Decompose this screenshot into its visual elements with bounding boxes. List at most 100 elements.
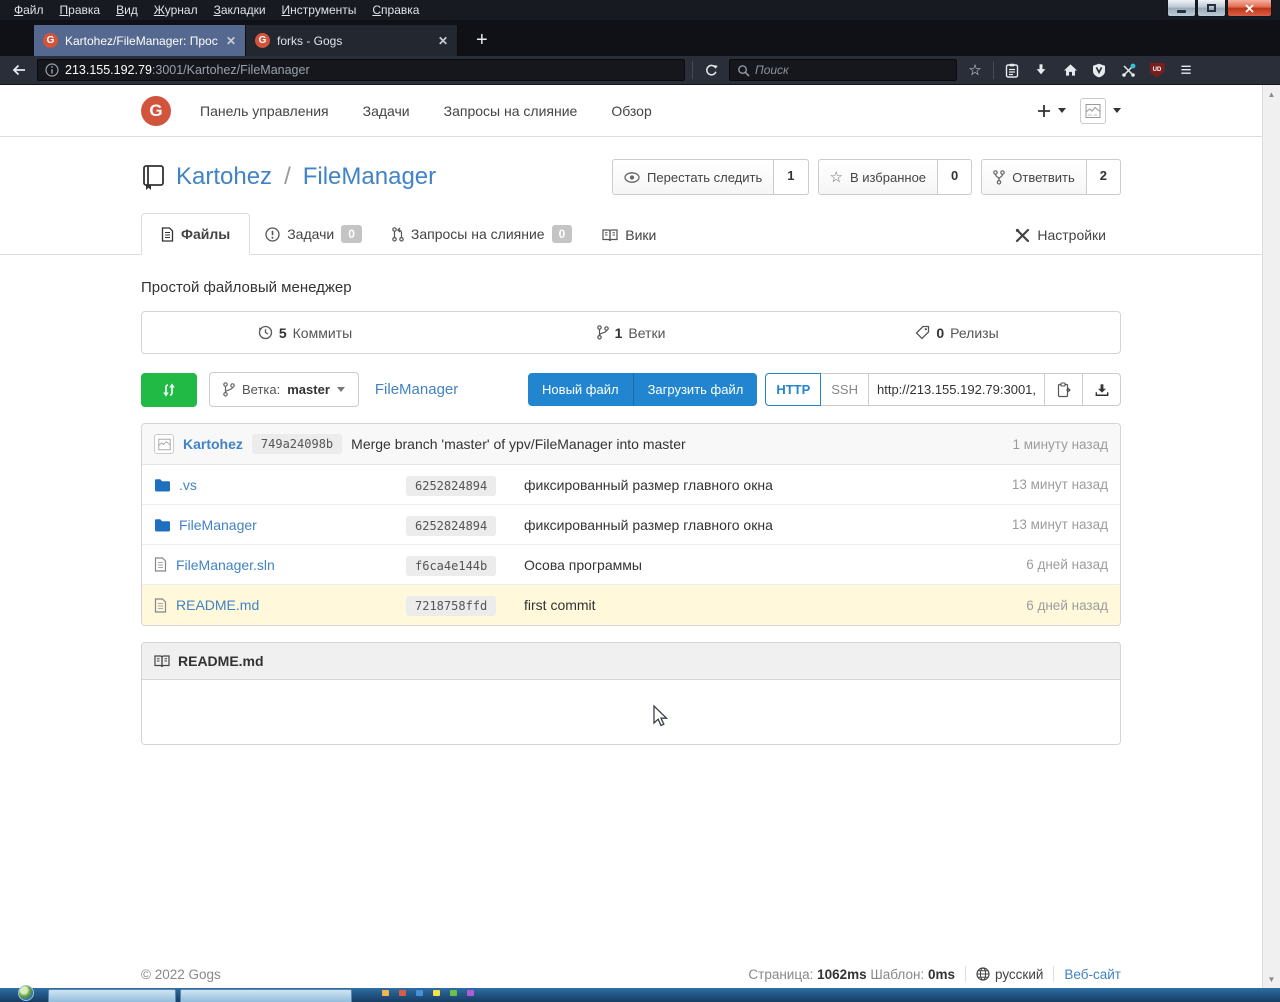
search-input[interactable] [755,63,949,77]
taskbar-app-button[interactable] [180,989,352,1002]
file-commit-hash[interactable]: f6ca4e144b [406,556,496,576]
file-link[interactable]: FileManager [179,517,257,533]
repo-path-link[interactable]: FileManager [375,381,458,398]
file-time: 6 дней назад [1026,598,1108,613]
browser-tab-forks[interactable]: G forks - Gogs ✕ [246,25,458,56]
repo-header: Kartohez / FileManager Перестать следить [0,137,1262,255]
nav-explore[interactable]: Обзор [594,93,668,129]
scroll-down-icon[interactable]: ▼ [1263,975,1280,984]
tab-files[interactable]: Файлы [141,213,250,255]
repo-title: Kartohez / FileManager [141,163,436,191]
bookmark-star-button[interactable]: ☆ [964,59,986,81]
watch-count[interactable]: 1 [774,159,808,195]
readme-panel: README.md [141,642,1121,745]
star-count[interactable]: 0 [938,159,972,195]
wrench-icon [1015,228,1030,243]
repo-toolbar: Ветка: master FileManager Новый файл Заг… [141,372,1121,407]
new-repo-dropdown[interactable] [1037,104,1066,118]
language-selector[interactable]: русский [976,967,1043,982]
maximize-button[interactable] [1197,0,1226,17]
file-commit-message[interactable]: first commit [524,597,596,613]
menu-history[interactable]: Журнал [146,1,206,19]
tab-wiki[interactable]: Вики [587,215,671,255]
tab-pull-requests[interactable]: Запросы на слияние 0 [377,213,587,255]
star-button[interactable]: ☆ В избранное [818,159,939,195]
close-button[interactable] [1227,0,1272,17]
fork-button[interactable]: Ответвить [981,159,1086,195]
fork-icon [993,170,1005,185]
branch-dropdown[interactable]: Ветка: master [209,372,359,407]
downloads-button[interactable] [1030,59,1052,81]
download-archive-button[interactable] [1083,373,1121,406]
extension-button[interactable] [1117,59,1139,81]
table-row: .vs 6252824894 фиксированный размер глав… [142,465,1120,505]
gogs-logo-icon[interactable]: G [141,96,171,126]
nav-pull-requests[interactable]: Запросы на слияние [427,93,595,129]
new-file-button[interactable]: Новый файл [528,373,634,406]
nav-dashboard[interactable]: Панель управления [183,93,346,129]
reload-icon [704,63,719,78]
browser-tab-filemanager[interactable]: G Kartohez/FileManager: Прос ✕ [34,25,246,56]
adblock-shield-icon: UD [1150,63,1165,78]
avatar [1080,98,1106,124]
upload-file-button[interactable]: Загрузить файл [634,373,758,406]
website-link[interactable]: Веб-сайт [1064,967,1121,982]
file-link[interactable]: .vs [179,477,197,493]
home-button[interactable] [1059,59,1081,81]
reload-button[interactable] [700,59,722,81]
file-commit-message[interactable]: Осова программы [524,557,642,573]
releases-stat[interactable]: 0Релизы [794,312,1120,353]
file-commit-message[interactable]: фиксированный размер главного окна [524,477,773,493]
new-tab-button[interactable]: + [468,29,496,56]
user-menu-dropdown[interactable] [1080,98,1121,124]
file-commit-hash[interactable]: 7218758ffd [406,596,496,616]
close-tab-icon[interactable]: ✕ [438,34,448,48]
branch-icon [597,325,609,340]
commit-author-link[interactable]: Kartohez [183,436,243,452]
file-commit-message[interactable]: фиксированный размер главного окна [524,517,773,533]
ssh-toggle[interactable]: SSH [821,373,869,406]
tab-settings[interactable]: Настройки [1000,215,1121,255]
copy-url-button[interactable] [1045,373,1083,406]
repo-name-link[interactable]: FileManager [303,163,436,191]
adblock-button[interactable]: UD [1146,59,1168,81]
menu-view[interactable]: Вид [108,1,146,19]
start-button[interactable] [18,985,34,1001]
bookmarks-panel-button[interactable] [1001,59,1023,81]
search-box[interactable] [729,59,957,81]
menu-bookmarks[interactable]: Закладки [206,1,274,19]
menu-edit[interactable]: Правка [52,1,109,19]
file-link[interactable]: FileManager.sln [176,557,275,573]
close-tab-icon[interactable]: ✕ [226,34,236,48]
pocket-shield-button[interactable] [1088,59,1110,81]
browser-menubar: Файл Правка Вид Журнал Закладки Инструме… [0,0,1280,20]
back-button[interactable] [8,59,30,81]
menu-tools[interactable]: Инструменты [274,1,365,19]
compare-button[interactable] [141,373,197,407]
file-buttons: Новый файл Загрузить файл [528,373,757,406]
scroll-up-icon[interactable]: ▲ [1263,90,1280,99]
nav-issues[interactable]: Задачи [346,93,427,129]
unwatch-button[interactable]: Перестать следить [612,159,774,195]
repo-owner-link[interactable]: Kartohez [176,163,272,191]
menu-help[interactable]: Справка [364,1,427,19]
file-commit-hash[interactable]: 6252824894 [406,516,496,536]
tab-issues[interactable]: Задачи 0 [250,213,377,255]
taskbar-app-button[interactable] [48,989,176,1002]
clone-url-input[interactable] [869,373,1045,406]
history-icon [258,325,273,340]
commit-hash-badge[interactable]: 749a24098b [252,434,342,454]
commits-stat[interactable]: 5Коммиты [142,312,468,353]
fork-count[interactable]: 2 [1087,159,1121,195]
menu-file[interactable]: Файл [6,1,52,19]
url-bar[interactable]: 213.155.192.79:3001/Kartohez/FileManager [37,59,685,81]
hamburger-menu-button[interactable]: ≡ [1175,59,1197,81]
branches-stat[interactable]: 1Ветки [468,312,794,353]
minimize-button[interactable] [1167,0,1196,17]
vertical-scrollbar[interactable]: ▲ ▼ [1262,85,1280,1002]
file-commit-hash[interactable]: 6252824894 [406,476,496,496]
file-link[interactable]: README.md [176,597,259,613]
http-toggle[interactable]: HTTP [765,373,821,406]
caret-down-icon [337,387,345,392]
commit-message[interactable]: Merge branch 'master' of ypv/FileManager… [351,436,685,452]
